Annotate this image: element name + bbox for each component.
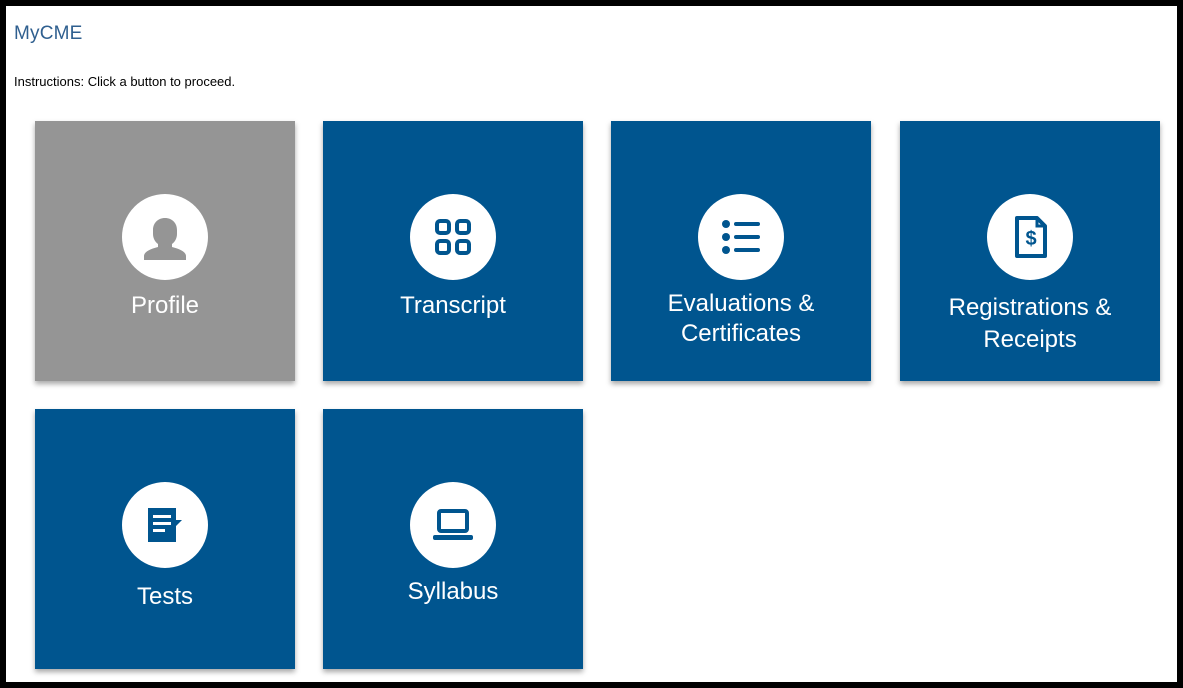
instructions-text: Instructions: Click a button to proceed. xyxy=(14,74,236,89)
document-icon xyxy=(148,508,182,542)
transcript-tile[interactable]: Transcript xyxy=(323,121,583,381)
tests-icon-circle xyxy=(122,482,208,568)
evaluations-label-line-2: Certificates xyxy=(680,320,802,347)
syllabus-label: Syllabus xyxy=(407,578,499,605)
syllabus-tile[interactable]: Syllabus xyxy=(323,409,583,669)
profile-tile[interactable]: Profile xyxy=(35,121,295,381)
grid-icon xyxy=(435,219,471,255)
evaluations-icon-circle xyxy=(698,194,784,280)
laptop-icon xyxy=(433,509,473,540)
person-icon xyxy=(144,218,186,260)
evaluations-label-line-1: Evaluations & xyxy=(667,290,815,317)
registrations-label-line-1: Registrations & xyxy=(948,294,1112,321)
tests-tile[interactable]: Tests xyxy=(35,409,295,669)
page-title: MyCME xyxy=(14,23,83,44)
registrations-label-line-2: Receipts xyxy=(983,326,1077,353)
profile-label: Profile xyxy=(130,292,200,319)
page-frame: MyCME Instructions: Click a button to pr… xyxy=(6,6,1177,682)
transcript-label: Transcript xyxy=(400,292,506,319)
tests-label: Tests xyxy=(136,583,193,610)
svg-text:$: $ xyxy=(1025,228,1036,250)
registrations-receipts-tile[interactable]: $ Registrations & Receipts xyxy=(900,121,1160,381)
registrations-icon-circle: $ xyxy=(987,194,1073,280)
syllabus-icon-circle xyxy=(410,482,496,568)
evaluations-certificates-tile[interactable]: Evaluations & Certificates xyxy=(611,121,871,381)
dollar-document-icon: $ xyxy=(1015,216,1047,258)
list-icon xyxy=(722,220,760,254)
transcript-icon-circle xyxy=(410,194,496,280)
profile-icon-circle xyxy=(122,194,208,280)
